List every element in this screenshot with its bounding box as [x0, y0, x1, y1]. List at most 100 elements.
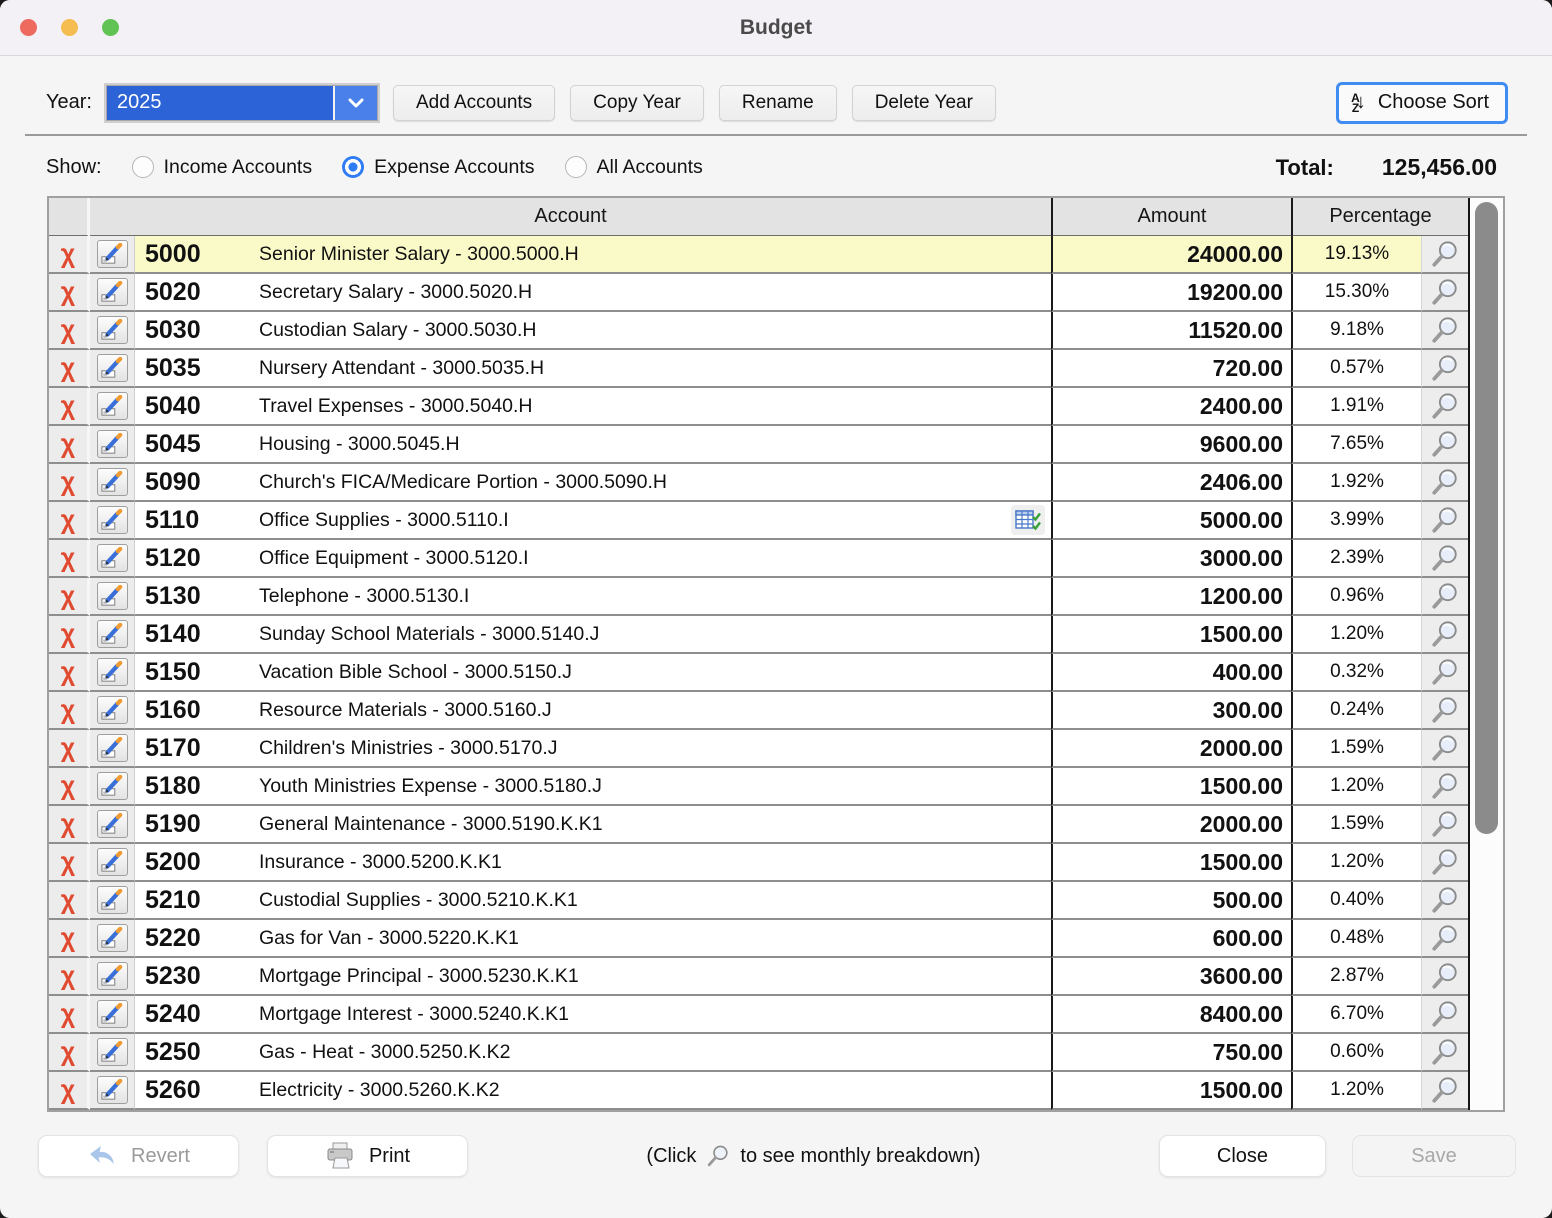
- delete-row-button[interactable]: χ: [49, 502, 90, 540]
- account-number[interactable]: 5180: [134, 768, 249, 806]
- monthly-breakdown-button[interactable]: [1421, 920, 1468, 958]
- monthly-breakdown-button[interactable]: [1421, 312, 1468, 350]
- account-name-cell[interactable]: General Maintenance - 3000.5190.K.K1: [249, 806, 1051, 844]
- radio-all-accounts[interactable]: All Accounts: [565, 156, 703, 179]
- amount-value[interactable]: 1500.00: [1051, 844, 1291, 882]
- amount-value[interactable]: 2406.00: [1051, 464, 1291, 502]
- amount-value[interactable]: 1500.00: [1051, 1072, 1291, 1110]
- delete-row-button[interactable]: χ: [49, 730, 90, 768]
- amount-value[interactable]: 19200.00: [1051, 274, 1291, 312]
- delete-row-button[interactable]: χ: [49, 388, 90, 426]
- delete-row-button[interactable]: χ: [49, 958, 90, 996]
- amount-value[interactable]: 1500.00: [1051, 768, 1291, 806]
- edit-account-button[interactable]: [97, 240, 128, 268]
- delete-row-button[interactable]: χ: [49, 1034, 90, 1072]
- edit-account-button[interactable]: [97, 582, 128, 610]
- revert-button[interactable]: Revert: [38, 1135, 239, 1177]
- amount-value[interactable]: 720.00: [1051, 350, 1291, 388]
- account-name-cell[interactable]: Travel Expenses - 3000.5040.H: [249, 388, 1051, 426]
- delete-row-button[interactable]: χ: [49, 350, 90, 388]
- account-number[interactable]: 5160: [134, 692, 249, 730]
- amount-value[interactable]: 9600.00: [1051, 426, 1291, 464]
- delete-row-button[interactable]: χ: [49, 616, 90, 654]
- edit-account-button[interactable]: [97, 278, 128, 306]
- edit-account-button[interactable]: [97, 506, 128, 534]
- save-button[interactable]: Save: [1352, 1135, 1516, 1177]
- amount-value[interactable]: 400.00: [1051, 654, 1291, 692]
- account-name-cell[interactable]: Youth Ministries Expense - 3000.5180.J: [249, 768, 1051, 806]
- account-number[interactable]: 5200: [134, 844, 249, 882]
- account-number[interactable]: 5190: [134, 806, 249, 844]
- edit-account-button[interactable]: [97, 810, 128, 838]
- monthly-breakdown-button[interactable]: [1421, 464, 1468, 502]
- monthly-breakdown-button[interactable]: [1421, 996, 1468, 1034]
- delete-row-button[interactable]: χ: [49, 692, 90, 730]
- choose-sort-button[interactable]: AZ↓ Choose Sort: [1336, 82, 1508, 124]
- monthly-breakdown-button[interactable]: [1421, 426, 1468, 464]
- account-name-cell[interactable]: Office Supplies - 3000.5110.I: [249, 502, 1051, 540]
- monthly-breakdown-button[interactable]: [1421, 502, 1468, 540]
- delete-row-button[interactable]: χ: [49, 578, 90, 616]
- account-number[interactable]: 5090: [134, 464, 249, 502]
- monthly-breakdown-button[interactable]: [1421, 388, 1468, 426]
- close-button[interactable]: Close: [1159, 1135, 1326, 1177]
- amount-value[interactable]: 3600.00: [1051, 958, 1291, 996]
- amount-value[interactable]: 11520.00: [1051, 312, 1291, 350]
- scrollbar-thumb[interactable]: [1475, 202, 1498, 834]
- edit-account-button[interactable]: [97, 924, 128, 952]
- monthly-breakdown-button[interactable]: [1421, 616, 1468, 654]
- account-name-cell[interactable]: Children's Ministries - 3000.5170.J: [249, 730, 1051, 768]
- delete-row-button[interactable]: χ: [49, 882, 90, 920]
- account-number[interactable]: 5020: [134, 274, 249, 312]
- edit-account-button[interactable]: [97, 658, 128, 686]
- account-number[interactable]: 5250: [134, 1034, 249, 1072]
- radio-income-accounts[interactable]: Income Accounts: [132, 156, 313, 179]
- rename-button[interactable]: Rename: [719, 85, 837, 121]
- edit-account-button[interactable]: [97, 468, 128, 496]
- amount-value[interactable]: 750.00: [1051, 1034, 1291, 1072]
- account-name-cell[interactable]: Vacation Bible School - 3000.5150.J: [249, 654, 1051, 692]
- edit-account-button[interactable]: [97, 1076, 128, 1104]
- monthly-breakdown-button[interactable]: [1421, 1034, 1468, 1072]
- monthly-breakdown-button[interactable]: [1421, 578, 1468, 616]
- delete-row-button[interactable]: χ: [49, 768, 90, 806]
- account-name-cell[interactable]: Insurance - 3000.5200.K.K1: [249, 844, 1051, 882]
- amount-value[interactable]: 1500.00: [1051, 616, 1291, 654]
- edit-account-button[interactable]: [97, 354, 128, 382]
- delete-row-button[interactable]: χ: [49, 236, 90, 274]
- breakdown-icon[interactable]: [1011, 505, 1045, 535]
- account-number[interactable]: 5120: [134, 540, 249, 578]
- account-number[interactable]: 5240: [134, 996, 249, 1034]
- edit-account-button[interactable]: [97, 734, 128, 762]
- account-name-cell[interactable]: Custodial Supplies - 3000.5210.K.K1: [249, 882, 1051, 920]
- monthly-breakdown-button[interactable]: [1421, 1072, 1468, 1110]
- amount-value[interactable]: 2400.00: [1051, 388, 1291, 426]
- account-name-cell[interactable]: Telephone - 3000.5130.I: [249, 578, 1051, 616]
- edit-account-button[interactable]: [97, 962, 128, 990]
- delete-year-button[interactable]: Delete Year: [852, 85, 996, 121]
- monthly-breakdown-button[interactable]: [1421, 540, 1468, 578]
- edit-account-button[interactable]: [97, 1038, 128, 1066]
- account-name-cell[interactable]: Mortgage Principal - 3000.5230.K.K1: [249, 958, 1051, 996]
- account-number[interactable]: 5230: [134, 958, 249, 996]
- monthly-breakdown-button[interactable]: [1421, 692, 1468, 730]
- monthly-breakdown-button[interactable]: [1421, 274, 1468, 312]
- scrollbar-track[interactable]: [1468, 198, 1503, 1110]
- account-name-cell[interactable]: Custodian Salary - 3000.5030.H: [249, 312, 1051, 350]
- edit-account-button[interactable]: [97, 1000, 128, 1028]
- edit-account-button[interactable]: [97, 392, 128, 420]
- copy-year-button[interactable]: Copy Year: [570, 85, 704, 121]
- account-number[interactable]: 5140: [134, 616, 249, 654]
- edit-account-button[interactable]: [97, 430, 128, 458]
- amount-value[interactable]: 300.00: [1051, 692, 1291, 730]
- delete-row-button[interactable]: χ: [49, 540, 90, 578]
- add-accounts-button[interactable]: Add Accounts: [393, 85, 555, 121]
- amount-value[interactable]: 2000.00: [1051, 730, 1291, 768]
- account-number[interactable]: 5170: [134, 730, 249, 768]
- year-select[interactable]: 2025: [106, 85, 378, 121]
- account-name-cell[interactable]: Nursery Attendant - 3000.5035.H: [249, 350, 1051, 388]
- delete-row-button[interactable]: χ: [49, 996, 90, 1034]
- delete-row-button[interactable]: χ: [49, 426, 90, 464]
- account-number[interactable]: 5000: [134, 236, 249, 274]
- edit-account-button[interactable]: [97, 316, 128, 344]
